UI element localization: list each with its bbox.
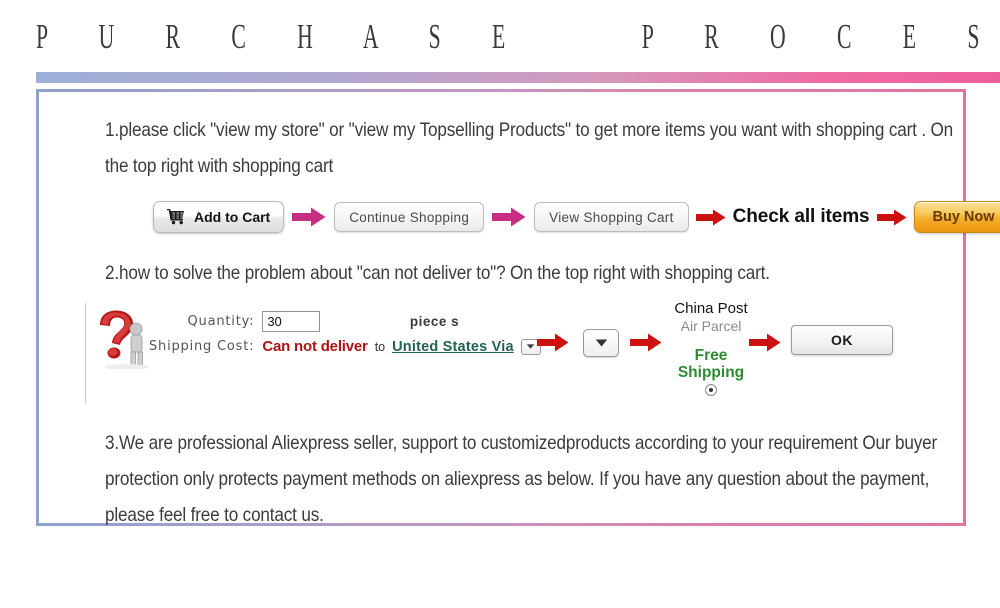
- add-to-cart-button[interactable]: Add to Cart: [153, 201, 285, 233]
- buy-now-button[interactable]: Buy Now: [913, 201, 1000, 233]
- quantity-unit-label: piece s: [409, 314, 460, 329]
- shopping-cart-icon: [167, 208, 187, 225]
- quantity-input[interactable]: [262, 311, 321, 332]
- shipping-cost-value-row: Can not deliver to United States Via: [262, 338, 541, 355]
- continue-shopping-button[interactable]: Continue Shopping: [334, 202, 485, 232]
- free-shipping-label-line2: Shipping: [677, 364, 745, 381]
- buy-now-label: Buy Now: [932, 209, 995, 225]
- continue-shopping-label: Continue Shopping: [349, 209, 470, 225]
- view-shopping-cart-label: View Shopping Cart: [549, 209, 674, 225]
- page-title: P U R C H A S E P R O C E S S: [36, 16, 1000, 56]
- shipping-cost-label: Shipping Cost:: [149, 339, 255, 354]
- shipping-form: Quantity: piece s Shipping Cost: Can not…: [149, 311, 541, 355]
- carrier-name-label: China Post: [674, 300, 748, 317]
- cart-flow-row: Add to Cart Continue Shopping View Shopp…: [153, 196, 1000, 238]
- check-all-items-label: Check all items: [732, 206, 870, 227]
- question-mark-icon: [93, 307, 151, 370]
- shipping-flow-row: Quantity: piece s Shipping Cost: Can not…: [85, 301, 935, 407]
- arrow-right-red-icon-3: [537, 333, 569, 352]
- chevron-down-icon: [595, 339, 607, 347]
- destination-country-link[interactable]: United States Via: [392, 339, 514, 355]
- arrow-right-red-icon-2: [876, 209, 907, 226]
- quantity-label: Quantity:: [187, 314, 255, 329]
- add-to-cart-label: Add to Cart: [194, 209, 271, 225]
- arrow-right-pink-icon: [292, 207, 326, 227]
- page-header: P U R C H A S E P R O C E S S: [0, 0, 1000, 72]
- shipping-method-dropdown[interactable]: [583, 329, 619, 357]
- step3-text: 3.We are professional Aliexpress seller,…: [105, 432, 938, 526]
- step2-text: 2.how to solve the problem about "can no…: [105, 262, 770, 284]
- step1-text: 1.please click "view my store" or "view …: [105, 119, 954, 177]
- ok-button-label: OK: [831, 332, 853, 348]
- ok-button[interactable]: OK: [791, 325, 893, 355]
- free-shipping-radio[interactable]: [705, 384, 717, 396]
- carrier-service-label: Air Parcel: [680, 318, 742, 334]
- view-shopping-cart-button[interactable]: View Shopping Cart: [534, 202, 689, 232]
- arrow-right-red-icon-5: [749, 333, 781, 352]
- content-frame: 1.please click "view my store" or "view …: [36, 89, 1000, 526]
- vertical-divider: [85, 303, 86, 403]
- arrow-right-red-icon: [695, 209, 726, 226]
- header-gradient-divider: [36, 72, 1000, 83]
- content-body: 1.please click "view my store" or "view …: [39, 92, 1000, 526]
- cannot-deliver-text: Can not deliver: [262, 338, 368, 355]
- arrow-right-pink-icon-2: [492, 207, 526, 227]
- to-word-label: to: [374, 339, 386, 354]
